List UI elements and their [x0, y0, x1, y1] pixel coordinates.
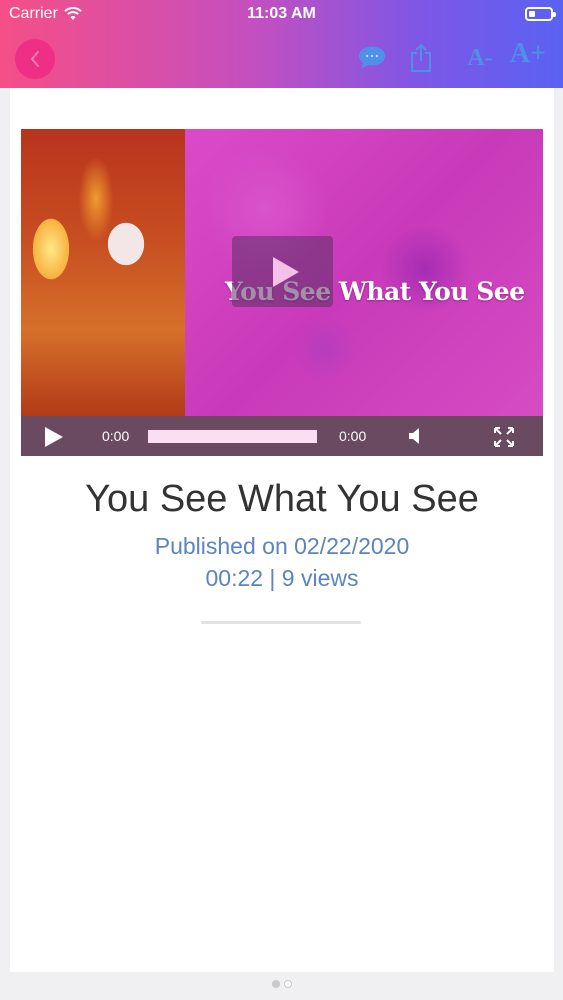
play-icon	[272, 256, 299, 287]
back-button[interactable]	[15, 39, 55, 79]
battery-level	[529, 11, 535, 17]
header-bar: Carrier 11:03 AM A- A+	[0, 0, 563, 88]
progress-slider[interactable]	[148, 430, 317, 443]
volume-icon[interactable]	[407, 426, 425, 446]
video-player[interactable]: You See What You See 0:00 0:00	[21, 129, 543, 456]
video-controls: 0:00 0:00	[21, 416, 543, 456]
battery-icon	[525, 7, 556, 21]
font-increase-button[interactable]: A+	[508, 36, 548, 72]
comment-button[interactable]	[356, 40, 388, 76]
current-time: 0:00	[102, 428, 130, 444]
article-title: You See What You See	[85, 478, 479, 520]
page-dot[interactable]	[283, 980, 292, 988]
chevron-left-icon	[30, 51, 39, 67]
content-card: You See What You See 0:00 0:00 You See W…	[10, 88, 554, 972]
control-play-button[interactable]	[45, 427, 63, 447]
fullscreen-icon[interactable]	[493, 426, 515, 448]
font-decrease-button[interactable]: A-	[466, 40, 494, 76]
status-time: 11:03 AM	[247, 5, 316, 22]
comment-icon	[359, 46, 385, 69]
video-thumbnail-art	[21, 129, 185, 416]
published-date: Published on 02/22/2020	[154, 533, 410, 559]
total-time: 0:00	[339, 428, 367, 444]
play-overlay-button[interactable]	[232, 236, 333, 307]
share-button[interactable]	[407, 40, 435, 76]
share-icon	[411, 43, 431, 72]
page-dot-active[interactable]	[271, 980, 280, 988]
duration-views: 00:22 | 9 views	[205, 565, 359, 591]
status-bar: Carrier 11:03 AM	[0, 0, 563, 30]
page-indicator[interactable]	[0, 980, 563, 988]
divider	[201, 621, 361, 624]
